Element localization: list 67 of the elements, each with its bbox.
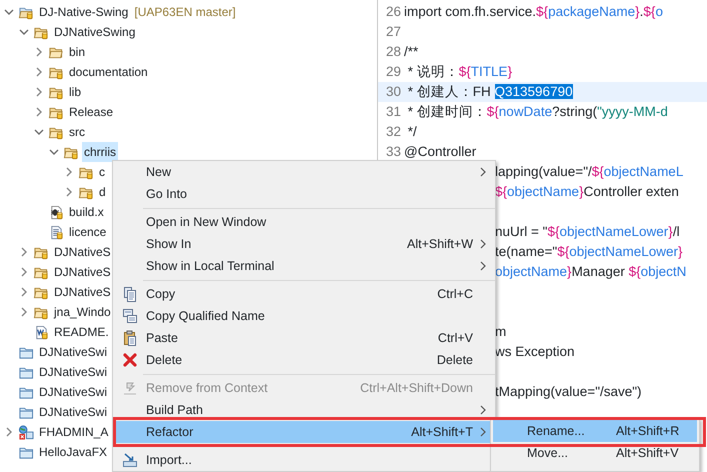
code-line: /** — [404, 42, 418, 61]
tree-item[interactable]: documentation — [67, 62, 150, 82]
line-number: 31 — [384, 102, 402, 121]
menu-item[interactable]: Build Path — [114, 399, 495, 421]
tree-item[interactable]: licence — [67, 222, 108, 242]
tree-item[interactable]: FHADMIN_A — [37, 422, 110, 442]
copy-icon — [122, 286, 138, 302]
tree-item[interactable]: HelloJavaFX — [37, 442, 110, 462]
line-number: 33 — [384, 142, 402, 161]
import-icon — [122, 452, 138, 468]
code-line: tMapping(value="/save") — [495, 382, 642, 401]
menu-item[interactable]: Open in New Window — [114, 211, 495, 233]
menu-item[interactable]: Copy Ctrl+C — [114, 283, 495, 305]
code-line: * 创建时间：${nowDate?string("yyyy-MM-d — [406, 102, 668, 121]
tree-item[interactable]: DJNativeSwi — [37, 382, 110, 402]
tree-item[interactable]: d — [97, 182, 108, 202]
line-number: 28 — [384, 42, 402, 61]
code-line: @Controller — [404, 142, 476, 161]
tree-item[interactable]: DJNativeS — [52, 282, 113, 302]
code-line: import com.fh.service.${packageName}.${o — [404, 2, 663, 21]
menu-item[interactable]: Delete Delete — [114, 349, 495, 371]
code-line: * 说明：${TITLE} — [406, 62, 512, 81]
code-line: m — [495, 322, 506, 341]
code-line: */ — [406, 122, 417, 141]
tree-item[interactable]: chrriis — [82, 142, 118, 162]
copy-icon — [122, 308, 138, 324]
menu-item[interactable]: Paste Ctrl+V — [114, 327, 495, 349]
tree-item[interactable]: build.x — [67, 202, 106, 222]
bug-file-icon — [48, 204, 64, 220]
code-line: lapping(value="/${objectNameL — [495, 162, 684, 181]
tree-item[interactable]: lib — [67, 82, 84, 102]
tree-item[interactable]: Release — [67, 102, 116, 122]
menu-item[interactable]: Rename... Alt+Shift+R — [493, 420, 697, 442]
tree-item[interactable]: bin — [67, 42, 88, 62]
delete-icon — [122, 352, 138, 368]
menu-item[interactable]: New — [114, 161, 495, 183]
line-number: 30 — [384, 82, 402, 101]
menu-item[interactable]: Show in Local Terminal — [114, 255, 495, 277]
line-number: 26 — [384, 2, 402, 21]
tree-item[interactable]: DJ-Native-Swing — [37, 2, 130, 22]
code-line: ws Exception — [495, 342, 575, 361]
line-number: 29 — [384, 62, 402, 81]
menu-item[interactable]: Show In Alt+Shift+W — [114, 233, 495, 255]
code-line: ${objectName}Controller exten — [495, 182, 679, 201]
menu-item[interactable]: Go Into — [114, 183, 495, 205]
code-line: te(name="${objectNameLower} — [495, 242, 683, 261]
tree-item[interactable]: README. — [52, 322, 111, 342]
code-line: * 创建人：FH Q313596790 — [406, 82, 573, 101]
remove-context-icon — [122, 380, 138, 396]
tree-item[interactable]: DJNativeSwing — [52, 22, 138, 42]
tree-item[interactable]: c — [97, 162, 107, 182]
menu-item[interactable]: Copy Qualified Name — [114, 305, 495, 327]
paste-icon — [122, 330, 138, 346]
line-number: 27 — [384, 22, 402, 41]
code-line: objectName}Manager ${objectN — [495, 262, 686, 281]
repository-label: [UAP63EN master] — [134, 4, 236, 21]
tree-item[interactable]: DJNativeSwi — [37, 342, 110, 362]
web-project-icon — [18, 424, 34, 440]
code-line: nuUrl = "${objectNameLower}/l — [495, 222, 680, 241]
tree-item[interactable]: src — [67, 122, 87, 142]
tree-item[interactable]: DJNativeSwi — [37, 402, 110, 422]
line-number: 32 — [384, 122, 402, 141]
tree-item[interactable]: DJNativeS — [52, 262, 113, 282]
tree-item[interactable]: DJNativeSwi — [37, 362, 110, 382]
menu-item[interactable]: Import... — [114, 449, 495, 471]
tree-item[interactable]: DJNativeS — [52, 242, 113, 262]
tree-item[interactable]: jna_Windo — [52, 302, 113, 322]
